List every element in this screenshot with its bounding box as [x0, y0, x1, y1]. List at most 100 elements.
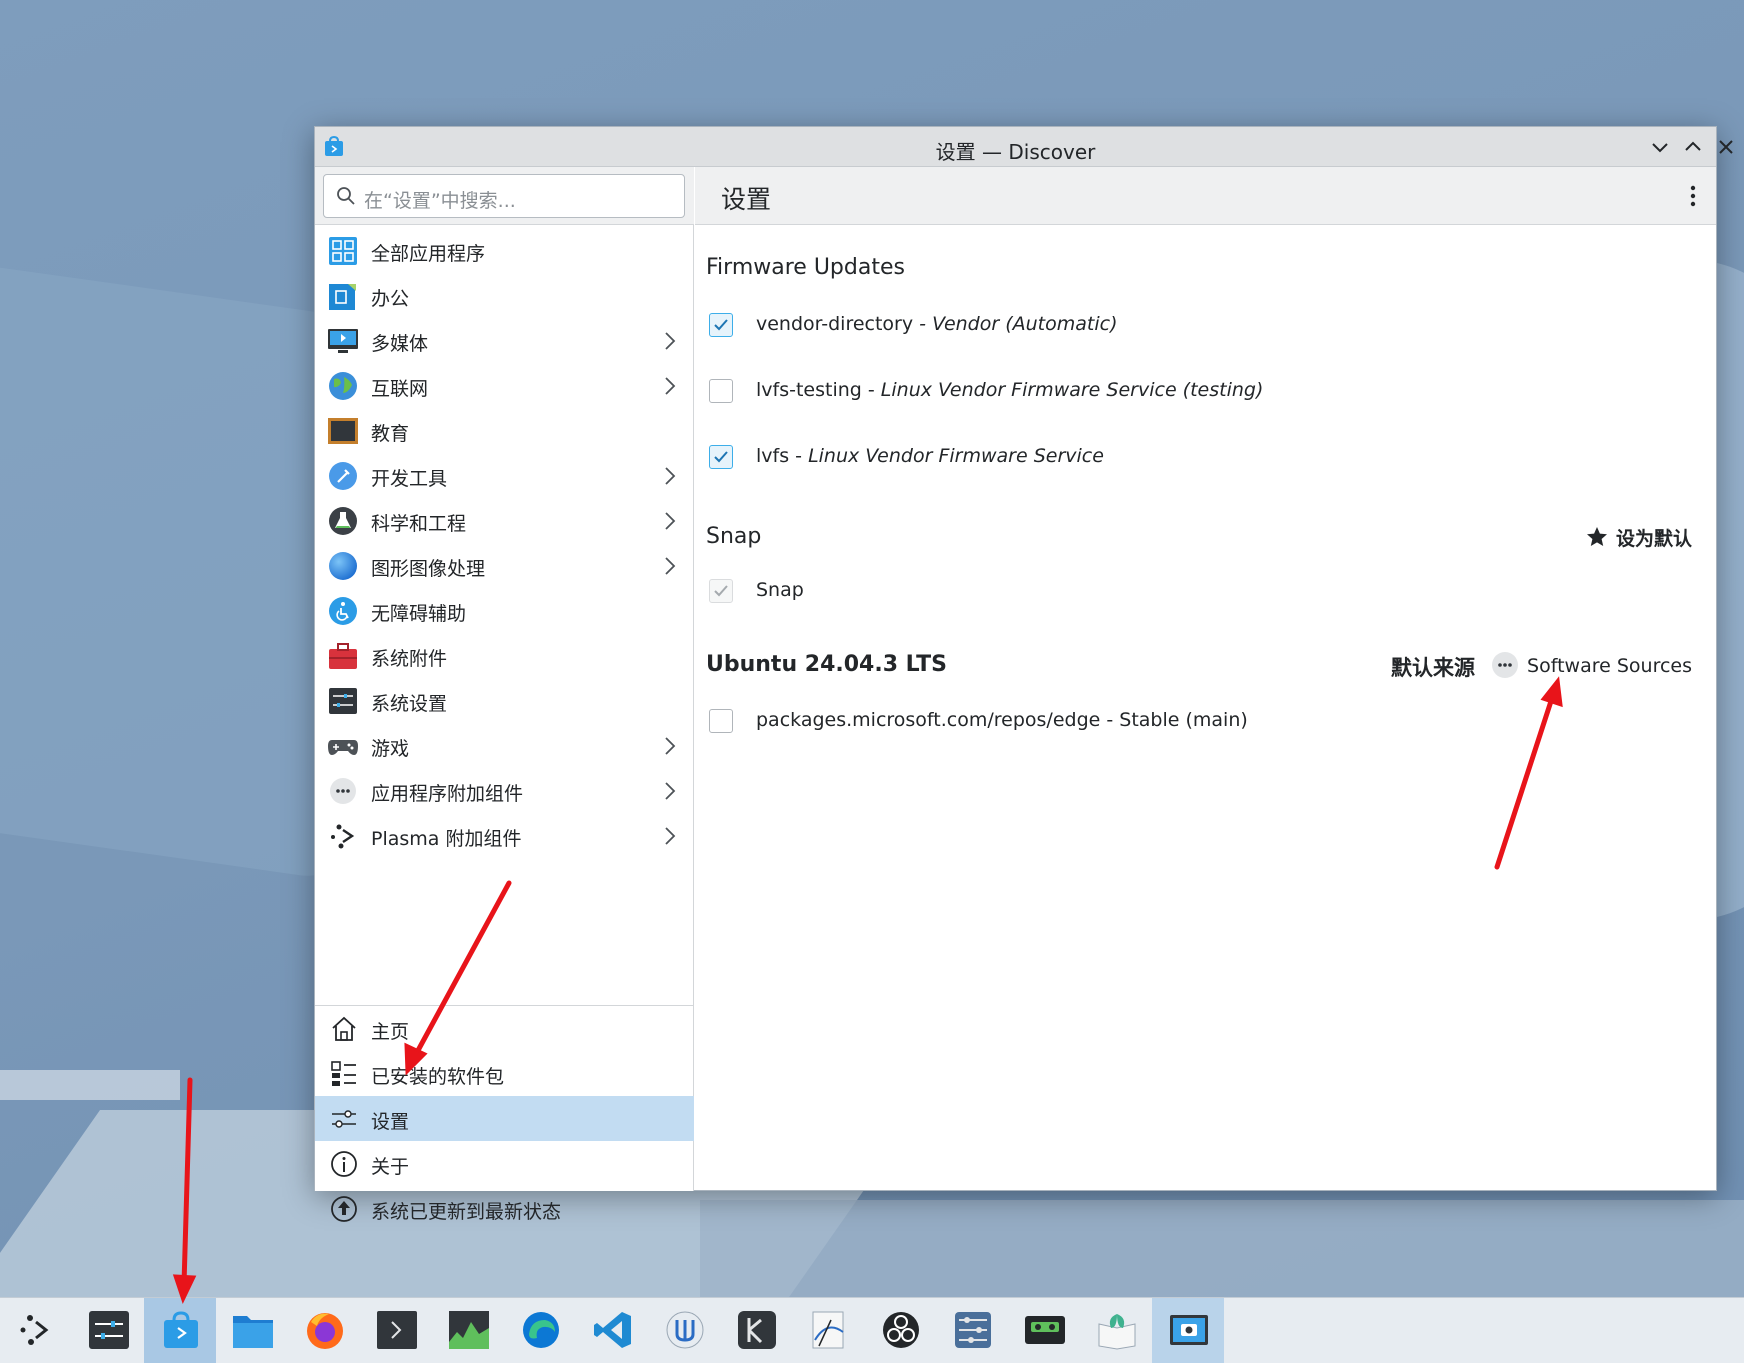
taskbar-kde-connect[interactable] — [648, 1298, 720, 1363]
taskbar-system-monitor[interactable] — [432, 1298, 504, 1363]
window-titlebar[interactable]: 设置 — Discover — [315, 127, 1733, 167]
nav-about[interactable]: 关于 — [315, 1141, 694, 1186]
internet-globe-icon — [329, 372, 357, 400]
graphics-icon — [329, 552, 357, 580]
taskbar-book-reader[interactable] — [1080, 1298, 1152, 1363]
category-label: 应用程序附加组件 — [371, 783, 524, 805]
source-label: lvfs-testing - Linux Vendor Firmware Ser… — [756, 379, 1264, 401]
category-education[interactable]: 教育 — [315, 409, 694, 454]
source-checkbox[interactable] — [709, 313, 733, 337]
kde-launcher-icon — [20, 1315, 49, 1345]
all-apps-icon — [329, 237, 357, 265]
discover-window: 设置 — Discover 在“设置”中搜索... 全部应用程序 办公 多媒体 … — [314, 126, 1733, 1223]
category-label: 系统附件 — [371, 648, 448, 670]
nav-home[interactable]: 主页 — [315, 1006, 694, 1051]
taskbar-settings-app[interactable] — [936, 1298, 1008, 1363]
taskbar-discover[interactable] — [144, 1298, 216, 1363]
chevron-right-icon — [665, 827, 676, 845]
category-plasma-addons[interactable]: Plasma 附加组件 — [315, 814, 694, 859]
taskbar-kdenlive[interactable] — [720, 1298, 792, 1363]
category-games[interactable]: 游戏 — [315, 724, 694, 769]
source-label: packages.microsoft.com/repos/edge - Stab… — [756, 709, 1248, 731]
category-label: 办公 — [371, 288, 410, 310]
category-office[interactable]: 办公 — [315, 274, 694, 319]
category-accessibility[interactable]: 无障碍辅助 — [315, 589, 694, 634]
nav-updates[interactable]: 系统已更新到最新状态 — [315, 1186, 694, 1231]
category-label: 开发工具 — [371, 468, 448, 490]
nav-settings[interactable]: 设置 — [315, 1096, 694, 1141]
source-checkbox — [709, 579, 733, 603]
taskbar-inkscape[interactable] — [792, 1298, 864, 1363]
minimize-chevron-down-icon[interactable] — [1648, 135, 1672, 159]
search-icon — [337, 187, 355, 205]
taskbar-edge[interactable] — [504, 1298, 576, 1363]
taskbar-kde-launcher[interactable] — [0, 1298, 72, 1363]
nav-label: 主页 — [371, 1021, 410, 1043]
category-app-addons[interactable]: 应用程序附加组件 — [315, 769, 694, 814]
chevron-right-icon — [665, 512, 676, 530]
source-label: lvfs - Linux Vendor Firmware Service — [756, 445, 1104, 467]
category-graphics[interactable]: 图形图像处理 — [315, 544, 694, 589]
ubuntu-section-title: Ubuntu 24.04.3 LTS — [706, 652, 947, 677]
source-label: Snap — [756, 579, 804, 601]
category-development[interactable]: 开发工具 — [315, 454, 694, 499]
nav-label: 系统已更新到最新状态 — [371, 1201, 562, 1223]
taskbar-firefox[interactable] — [288, 1298, 360, 1363]
category-label: 图形图像处理 — [371, 558, 486, 580]
info-icon — [331, 1151, 357, 1177]
category-label: 系统设置 — [371, 693, 448, 715]
category-internet[interactable]: 互联网 — [315, 364, 694, 409]
snap-section-title: Snap — [706, 524, 762, 549]
category-science[interactable]: 科学和工程 — [315, 499, 694, 544]
bottom-navigation: 主页 已安装的软件包 设置 关于 系统已更新到最新状态 — [315, 1005, 694, 1231]
file-manager-icon — [233, 1316, 273, 1348]
toolbox-icon — [329, 643, 357, 669]
taskbar-system-settings[interactable] — [72, 1298, 144, 1363]
wallpaper-shape — [700, 1200, 1744, 1300]
system-settings-icon — [329, 688, 357, 714]
page-title: 设置 — [721, 185, 772, 214]
category-system-utilities[interactable]: 系统附件 — [315, 634, 694, 679]
chevron-right-icon — [665, 782, 676, 800]
category-system-settings[interactable]: 系统设置 — [315, 679, 694, 724]
kde-connect-icon — [666, 1311, 704, 1349]
close-icon[interactable] — [1714, 135, 1738, 159]
make-default-button[interactable]: 设为默认 — [1586, 524, 1692, 551]
source-checkbox[interactable] — [709, 379, 733, 403]
category-label: 多媒体 — [371, 333, 429, 355]
system-monitor-icon — [449, 1311, 489, 1349]
taskbar-cassette[interactable] — [1008, 1298, 1080, 1363]
chevron-right-icon — [665, 557, 676, 575]
terminal-icon — [377, 1311, 417, 1349]
source-checkbox[interactable] — [709, 709, 733, 733]
nav-installed[interactable]: 已安装的软件包 — [315, 1051, 694, 1096]
taskbar-obs[interactable] — [864, 1298, 936, 1363]
category-all-apps[interactable]: 全部应用程序 — [315, 229, 694, 274]
more-options-kebab-icon[interactable] — [1690, 185, 1696, 207]
home-icon — [332, 1016, 356, 1041]
chevron-right-icon — [665, 467, 676, 485]
category-label: 全部应用程序 — [371, 243, 486, 265]
software-sources-button[interactable]: Software Sources — [1491, 651, 1692, 679]
search-bar-area: 在“设置”中搜索... — [315, 167, 694, 225]
multimedia-icon — [328, 329, 358, 353]
category-label: Plasma 附加组件 — [371, 828, 522, 850]
science-flask-icon — [329, 507, 357, 535]
taskbar — [0, 1297, 1744, 1363]
accessibility-icon — [329, 597, 357, 625]
inkscape-icon — [812, 1311, 844, 1349]
source-checkbox[interactable] — [709, 445, 733, 469]
search-input[interactable]: 在“设置”中搜索... — [323, 174, 685, 218]
taskbar-vscode[interactable] — [576, 1298, 648, 1363]
cassette-icon — [1025, 1316, 1065, 1344]
discover-icon — [164, 1311, 198, 1348]
taskbar-file-manager[interactable] — [216, 1298, 288, 1363]
plasma-icon — [331, 824, 355, 849]
taskbar-terminal[interactable] — [360, 1298, 432, 1363]
category-list: 全部应用程序 办公 多媒体 互联网 教育 开发工具 科学和工程 图形图像处理 无… — [315, 229, 694, 859]
taskbar-spectacle[interactable] — [1152, 1298, 1224, 1363]
maximize-chevron-up-icon[interactable] — [1681, 135, 1705, 159]
system-settings-icon — [89, 1311, 129, 1349]
update-icon — [331, 1196, 357, 1222]
category-multimedia[interactable]: 多媒体 — [315, 319, 694, 364]
